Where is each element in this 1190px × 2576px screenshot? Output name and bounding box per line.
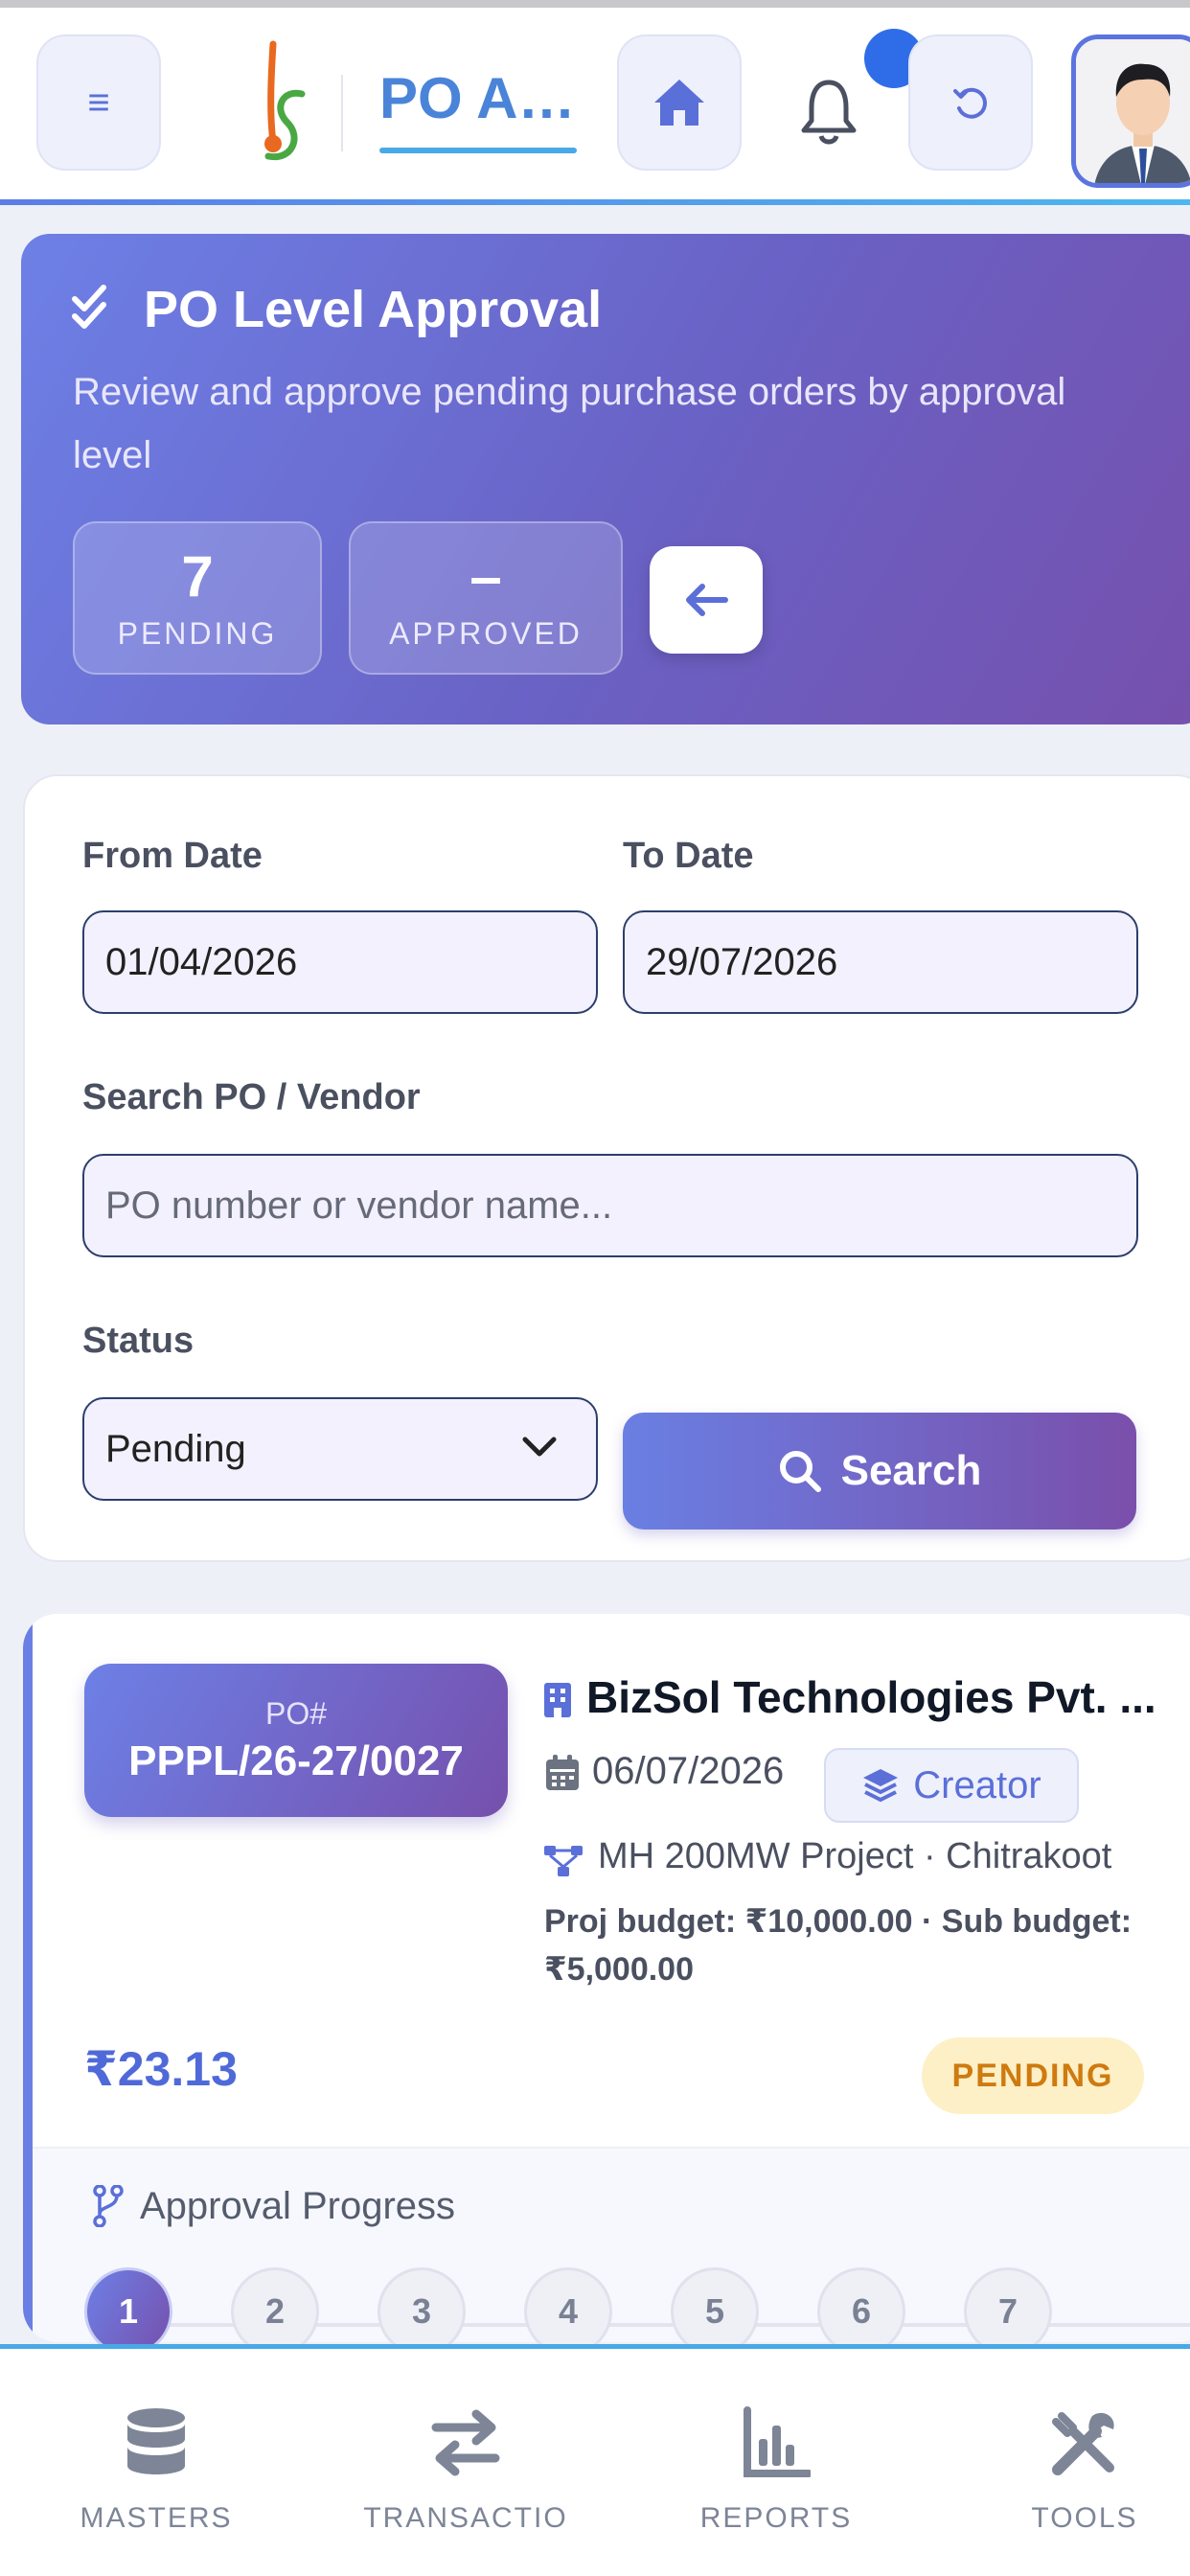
refresh-button[interactable] — [908, 34, 1033, 171]
to-date-label: To Date — [623, 836, 754, 876]
nav-transactions-label: TRANSACTIO — [363, 2502, 568, 2534]
home-button[interactable] — [617, 34, 742, 171]
notifications-button[interactable] — [786, 63, 872, 159]
role-badge: Creator — [824, 1748, 1079, 1823]
role-label: Creator — [913, 1763, 1041, 1806]
project-tree-icon — [544, 1846, 583, 1876]
branch-icon — [93, 2185, 124, 2227]
nav-masters-label: MASTERS — [80, 2502, 233, 2534]
po-number: PPPL/26-27/0027 — [128, 1736, 464, 1784]
avatar-image — [1076, 39, 1190, 183]
nav-reports[interactable]: REPORTS — [661, 2406, 891, 2535]
pending-label: PENDING — [117, 615, 278, 651]
vendor-name: BizSol Technologies Pvt. ... — [586, 1672, 1156, 1722]
title-underline — [379, 148, 577, 153]
nav-masters[interactable]: MASTERS — [41, 2406, 271, 2535]
approval-step-6: 6 — [817, 2267, 905, 2356]
pending-count: 7 — [181, 543, 214, 609]
po-card[interactable]: PO# PPPL/26-27/0027 BizSol Technologies … — [23, 1614, 1190, 2342]
approval-step-2: 2 — [231, 2267, 319, 2356]
po-date: 06/07/2026 — [592, 1750, 785, 1792]
nav-transactions[interactable]: TRANSACTIO — [351, 2406, 581, 2535]
status-select[interactable]: Pending — [82, 1397, 598, 1501]
project-info: MH 200MW Project · Chitrakoot — [598, 1836, 1112, 1876]
search-label: Search PO / Vendor — [82, 1077, 421, 1117]
user-avatar[interactable] — [1071, 34, 1190, 188]
approved-label: APPROVED — [389, 615, 583, 651]
nav-tools-label: TOOLS — [1031, 2502, 1138, 2534]
home-icon — [654, 80, 704, 126]
header-divider — [341, 75, 343, 151]
po-amount: ₹23.13 — [84, 2042, 238, 2096]
menu-icon: ≡ — [87, 80, 110, 124]
nav-tools[interactable]: TOOLS — [970, 2406, 1190, 2535]
approval-progress-label: Approval Progress — [140, 2185, 456, 2227]
po-card-accent — [23, 1614, 33, 2342]
pending-stat: 7 PENDING — [73, 521, 322, 675]
refresh-icon — [953, 87, 987, 119]
approved-stat: – APPROVED — [349, 521, 623, 675]
header-accent-line — [0, 199, 1190, 205]
po-number-badge: PO# PPPL/26-27/0027 — [84, 1664, 508, 1817]
nav-reports-label: REPORTS — [699, 2502, 853, 2534]
approval-step-7: 7 — [964, 2267, 1052, 2356]
search-button-label: Search — [840, 1447, 982, 1494]
search-icon — [779, 1451, 821, 1492]
bottom-navigation: MASTERS TRANSACTIO REPORTS TOOLS — [0, 2344, 1190, 2576]
search-input[interactable]: PO number or vendor name... — [82, 1154, 1138, 1257]
status-bar-strip — [0, 0, 1190, 8]
page-title: PO Level Approval — [144, 281, 603, 338]
po-label: PO# — [264, 1695, 328, 1731]
transfer-icon — [431, 2409, 500, 2476]
hero-banner: PO Level Approval Review and approve pen… — [21, 234, 1190, 724]
back-button[interactable] — [650, 546, 763, 654]
approved-count: – — [469, 543, 502, 609]
double-check-icon — [72, 285, 106, 329]
approval-step-5: 5 — [671, 2267, 759, 2356]
tools-icon — [1052, 2412, 1114, 2475]
menu-button[interactable]: ≡ — [36, 34, 161, 171]
arrow-left-icon — [686, 584, 728, 616]
page-subtitle: Review and approve pending purchase orde… — [73, 371, 1066, 476]
approval-step-1: 1 — [84, 2267, 172, 2356]
from-date-label: From Date — [82, 836, 263, 876]
app-header: ≡ PO A… — [0, 8, 1190, 203]
search-button[interactable]: Search — [623, 1413, 1136, 1530]
database-icon — [127, 2408, 185, 2474]
from-date-input[interactable]: 01/04/2026 — [82, 910, 598, 1014]
budget-info: Proj budget: ₹10,000.00 · Sub budget: ₹5… — [544, 1903, 1133, 1988]
to-date-input[interactable]: 29/07/2026 — [623, 910, 1138, 1014]
building-icon — [544, 1683, 571, 1717]
approval-step-4: 4 — [524, 2267, 612, 2356]
calendar-icon — [546, 1755, 579, 1790]
chevron-down-icon — [522, 1437, 557, 1457]
status-label: Status — [82, 1321, 195, 1361]
bell-icon — [801, 80, 857, 145]
filter-card: From Date 01/04/2026 To Date 29/07/2026 … — [23, 774, 1190, 1562]
layers-icon — [863, 1769, 899, 1803]
status-select-value: Pending — [105, 1427, 246, 1470]
approval-step-3: 3 — [378, 2267, 466, 2356]
chart-icon — [744, 2406, 811, 2477]
status-badge: PENDING — [922, 2037, 1144, 2114]
app-title: PO A… — [379, 66, 576, 130]
company-logo — [264, 40, 306, 161]
